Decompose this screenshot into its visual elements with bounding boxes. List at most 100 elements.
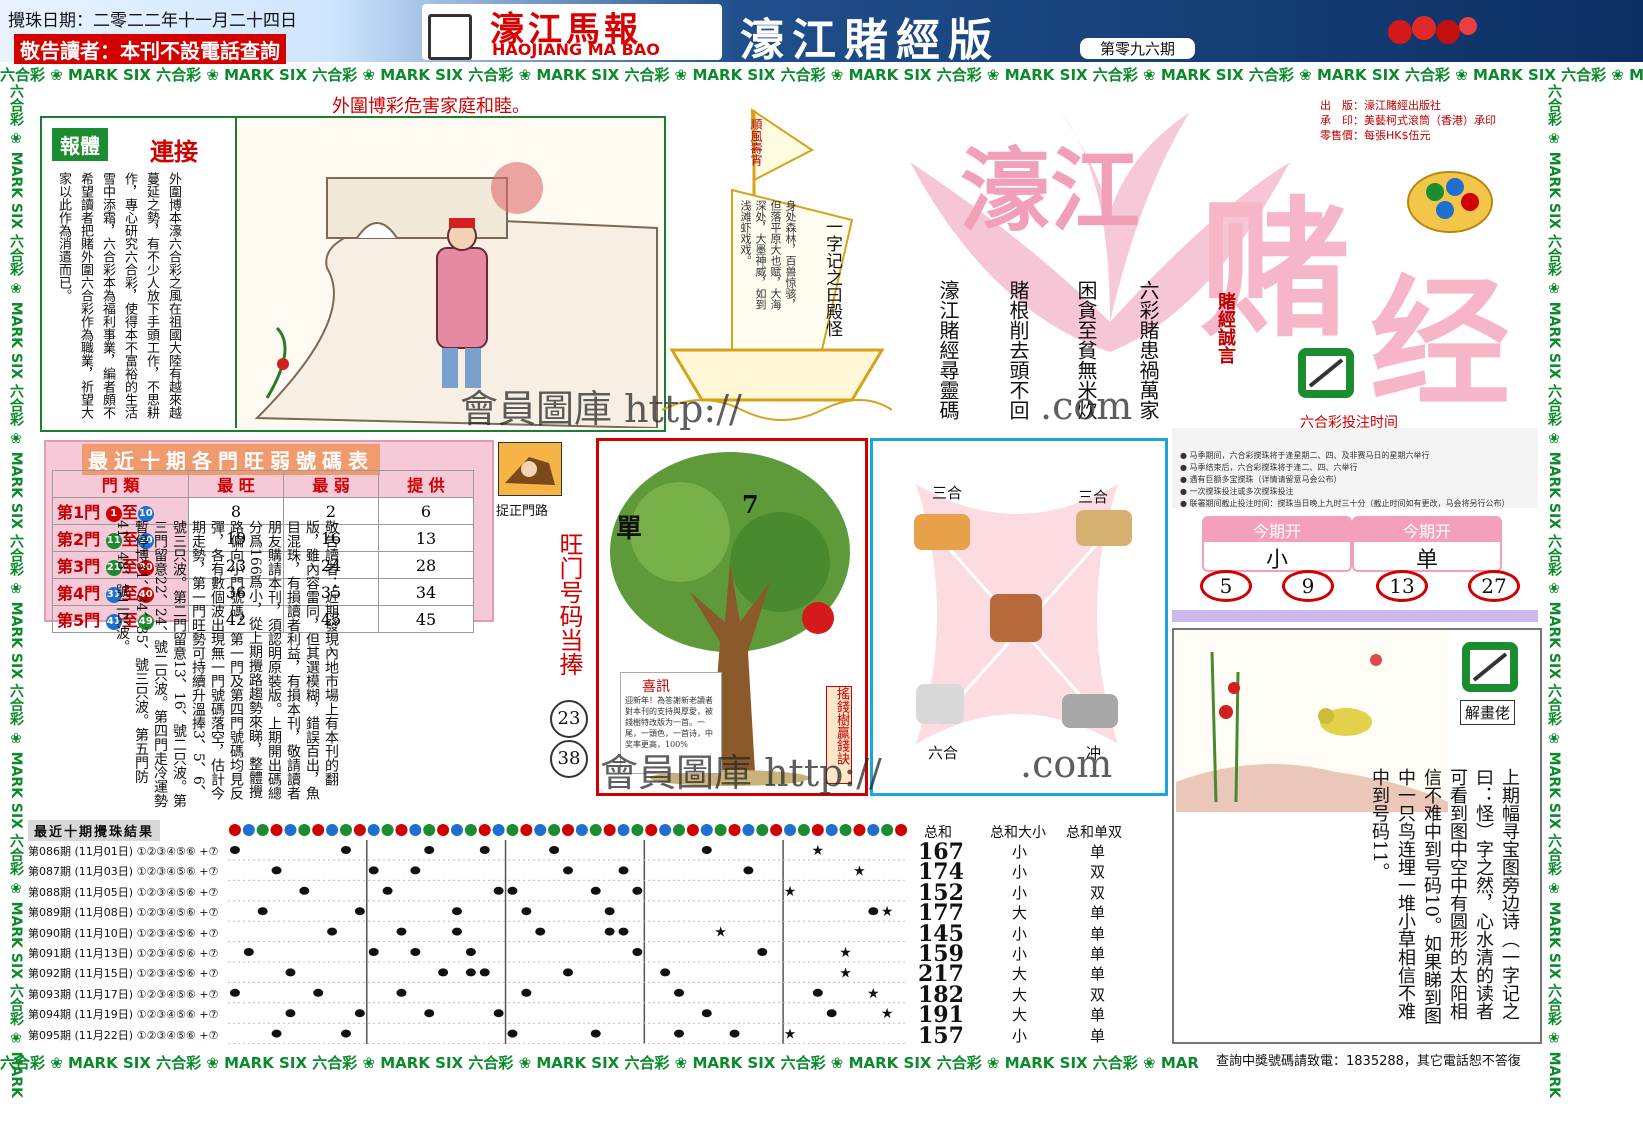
issue-date: (11月03日) bbox=[74, 865, 134, 879]
offer-cell: 28 bbox=[378, 551, 474, 579]
open-tab-size: 今期开 小 bbox=[1202, 516, 1352, 573]
zodiac-label-bottom-left: 六合 bbox=[928, 744, 959, 762]
number-ball bbox=[811, 824, 824, 836]
drawn-number-mark bbox=[271, 1029, 282, 1038]
issue-date: (11月22日) bbox=[74, 1028, 134, 1042]
number-ball bbox=[298, 824, 311, 836]
draw-date: 攪珠日期：二零二二年十一月二十四日 bbox=[8, 11, 297, 31]
special-number-mark: ★ bbox=[784, 1027, 797, 1043]
big-title-logo: 濠江 赌 经 bbox=[910, 112, 1510, 426]
drawn-number-mark bbox=[701, 846, 712, 854]
issue-number: 第086期 bbox=[28, 845, 71, 858]
open-tab-odd-even: 今期开 单 bbox=[1352, 516, 1502, 573]
size-value: 小 bbox=[1012, 863, 1028, 882]
open-tab-head: 今期开 bbox=[1204, 518, 1350, 542]
drawn-number-mark bbox=[812, 988, 823, 997]
hot-number-ball-2: 38 bbox=[550, 740, 588, 778]
poem-tag: 賭經誠言 bbox=[1215, 292, 1236, 364]
reader-notice: 敬告讀者：本刊不設電話查詢 bbox=[14, 34, 286, 65]
drawn-number-mark bbox=[507, 1029, 518, 1038]
number-ball bbox=[714, 824, 727, 836]
door-label: 第2門 bbox=[57, 530, 101, 549]
drawn-number-mark bbox=[285, 968, 296, 977]
number-ball bbox=[839, 824, 852, 836]
results-row-label: 第086期 (11月01日) ①②③④⑤⑥ +⑦ bbox=[28, 842, 218, 862]
schedule-line: ● 一次搅珠投注或多次搅珠投注 bbox=[1180, 487, 1294, 496]
tree-note-title: 喜訊 bbox=[642, 679, 670, 695]
col-strong: 最 旺 bbox=[188, 470, 284, 498]
book-icon bbox=[428, 14, 472, 60]
boat-riddle-text: 身处森林，百兽惊骇，但落平原大也赋，大海深处，大墨神威，如到浅滩虾戏戏。 bbox=[739, 200, 797, 310]
issue-number: 第090期 bbox=[28, 926, 71, 940]
drawn-number-mark bbox=[313, 988, 324, 997]
drawn-number-mark bbox=[229, 846, 240, 854]
number-ball bbox=[895, 824, 908, 836]
col-offer: 提 供 bbox=[378, 470, 474, 498]
odd-even-value: 双 bbox=[1090, 883, 1106, 902]
number-ball bbox=[381, 824, 394, 836]
issue-date: (11月19日) bbox=[74, 1008, 134, 1022]
edition-title: 濠江賭經版 bbox=[740, 15, 1000, 66]
issue-number: 第零九六期 bbox=[1080, 38, 1196, 59]
odd-even-value: 双 bbox=[1090, 985, 1106, 1004]
fruit-decoration-icon bbox=[1388, 16, 1477, 44]
number-ball bbox=[686, 824, 699, 836]
issue-number: 第089期 bbox=[28, 906, 71, 920]
writing-hand-icon bbox=[1298, 348, 1354, 398]
drawn-number-mark bbox=[410, 866, 421, 875]
drawn-number-mark bbox=[271, 866, 282, 875]
drawn-number-mark bbox=[701, 1009, 712, 1018]
results-row-label: 第095期 (11月22日) ①②③④⑤⑥ +⑦ bbox=[28, 1026, 218, 1046]
col-weak: 最 弱 bbox=[283, 470, 379, 498]
drawn-number-mark bbox=[563, 968, 573, 977]
results-row-label: 第090期 (11月10日) ①②③④⑤⑥ +⑦ bbox=[28, 924, 218, 944]
odd-even-value: 单 bbox=[1090, 904, 1106, 923]
drawn-number-mark bbox=[424, 1009, 435, 1018]
drawn-number-mark bbox=[479, 968, 490, 977]
publisher-line: 出 版：濠江賭經出版社 bbox=[1320, 99, 1441, 112]
issue-suffix: ①②③④⑤⑥ +⑦ bbox=[136, 845, 219, 858]
dog-icon bbox=[1076, 510, 1132, 546]
drawn-number-mark bbox=[604, 927, 615, 936]
results-row-label: 第091期 (11月13日) ①②③④⑤⑥ +⑦ bbox=[28, 944, 218, 964]
comic-title-a: 報體 bbox=[52, 128, 108, 161]
price-line: 零售價：每張HK$伍元 bbox=[1320, 129, 1431, 142]
big-title-c: 经 bbox=[1370, 262, 1510, 426]
number-ball bbox=[242, 824, 255, 836]
drawn-number-mark bbox=[451, 927, 462, 936]
number-ball bbox=[353, 824, 366, 836]
number-ball bbox=[881, 824, 894, 836]
number-ball bbox=[450, 824, 463, 836]
odd-even-value: 单 bbox=[1090, 965, 1106, 984]
issue-suffix: ①②③④⑤⑥ +⑦ bbox=[136, 1008, 219, 1022]
results-row-label: 第089期 (11月08日) ①②③④⑤⑥ +⑦ bbox=[28, 903, 218, 923]
comic-text: 外圍博本濠六合彩之風在祖國大陸有越來越蔓延之勢，有不少人放下手頭工作，不思耕作，… bbox=[56, 172, 181, 419]
size-value: 小 bbox=[1012, 843, 1028, 861]
odd-even-value: 单 bbox=[1090, 924, 1106, 943]
issue-date: (11月17日) bbox=[74, 987, 134, 1001]
issue-date: (11月08日) bbox=[74, 906, 134, 920]
number-ball bbox=[326, 824, 339, 836]
writing-hand-icon bbox=[1462, 642, 1518, 692]
open-ball-2: 9 bbox=[1282, 570, 1334, 602]
drawn-number-mark bbox=[535, 927, 546, 936]
issue-suffix: ①②③④⑤⑥ +⑦ bbox=[136, 967, 219, 981]
drawn-number-mark bbox=[299, 886, 310, 895]
number-ball bbox=[631, 824, 644, 836]
results-row-label: 第093期 (11月17日) ①②③④⑤⑥ +⑦ bbox=[28, 985, 218, 1005]
drawn-number-mark bbox=[590, 886, 601, 895]
issue-number: 第092期 bbox=[28, 967, 71, 981]
open-ball-3: 13 bbox=[1376, 570, 1428, 602]
number-ball bbox=[437, 824, 450, 836]
number-ball bbox=[645, 824, 658, 836]
drawn-number-mark bbox=[243, 948, 254, 956]
drawn-number-mark bbox=[521, 907, 532, 916]
goat-icon bbox=[916, 684, 964, 724]
special-number-mark: ★ bbox=[714, 925, 727, 941]
number-ball bbox=[673, 824, 686, 836]
drawn-number-mark bbox=[632, 948, 643, 956]
results-trend-grid: ★★★★★★★★★★ bbox=[228, 840, 908, 1044]
number-ball bbox=[756, 824, 769, 836]
drawn-number-mark bbox=[368, 866, 379, 875]
issue-number: 第091期 bbox=[28, 947, 71, 960]
